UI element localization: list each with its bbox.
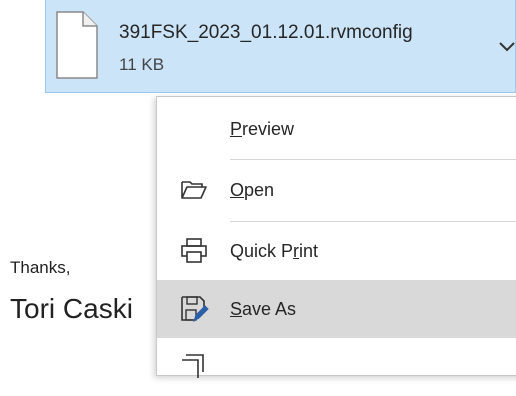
menu-item-next[interactable] <box>157 338 516 396</box>
chevron-down-icon[interactable] <box>497 40 516 54</box>
folder-open-icon <box>181 181 207 199</box>
menu-separator <box>230 159 516 160</box>
menu-item-quick-print[interactable]: Quick Print <box>157 222 516 280</box>
menu-item-next-icon <box>182 354 204 378</box>
menu-item-save-as[interactable]: Save As <box>157 280 516 338</box>
attachment-context-menu: Preview Open Quick Print Save As <box>156 96 516 378</box>
menu-item-quick-print-label: Quick Print <box>230 241 319 261</box>
attachment-file-size: 11 KB <box>119 55 165 74</box>
email-closing: Thanks, <box>10 258 71 277</box>
attachment-file-name: 391FSK_2023_01.12.01.rvmconfig <box>119 22 413 43</box>
email-signature: Tori Caski <box>10 293 133 324</box>
menu-item-open-label: Open <box>230 180 275 200</box>
menu-item-preview[interactable]: Preview <box>157 100 516 158</box>
menu-item-open[interactable]: Open <box>157 161 516 219</box>
menu-item-preview-label: Preview <box>230 119 295 139</box>
printer-icon <box>181 238 207 263</box>
file-icon <box>56 11 98 79</box>
save-as-icon <box>181 296 209 323</box>
attachment-tile[interactable]: 391FSK_2023_01.12.01.rvmconfig 11 KB <box>45 0 516 93</box>
menu-item-save-as-label: Save As <box>230 299 297 319</box>
